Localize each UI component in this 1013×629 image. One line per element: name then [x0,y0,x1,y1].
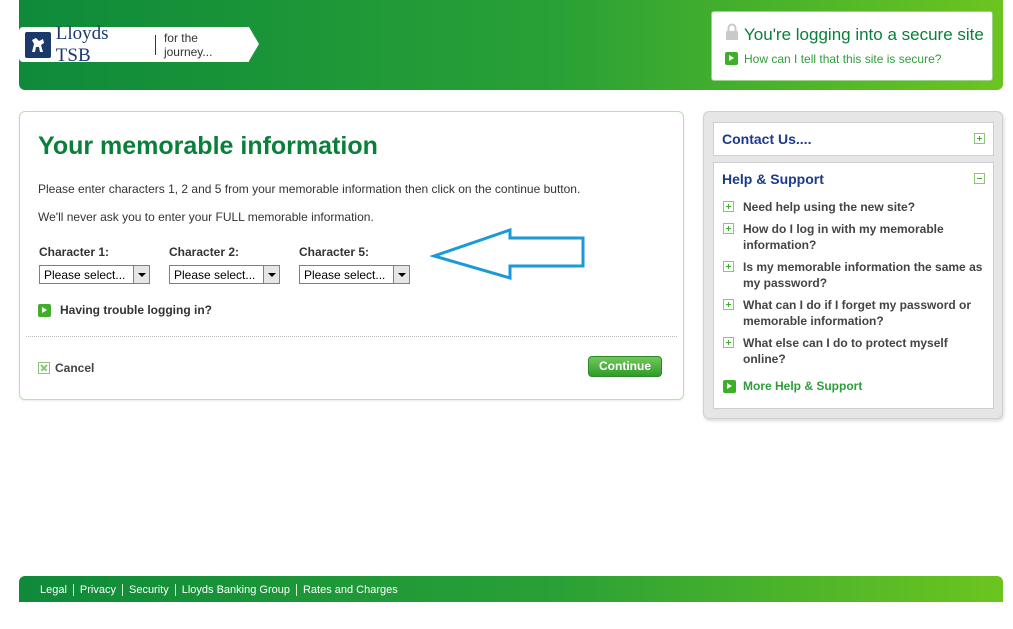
character-2-value: Please select... [174,267,256,282]
footer-separator [295,584,297,596]
character-1-group: Character 1: Please select... [39,245,150,284]
help-item-label: Need help using the new site? [743,200,916,214]
help-item[interactable]: What can I do if I forget my password or… [723,297,988,329]
character-5-value: Please select... [304,267,386,282]
black-horse-icon [25,31,51,58]
footer-separator [72,584,74,596]
character-2-label: Character 2: [169,245,240,259]
footer-link-banking-group[interactable]: Lloyds Banking Group [182,584,290,596]
footer-link-security[interactable]: Security [129,584,169,596]
annotation-arrow-icon [430,227,585,280]
footer-separator [121,584,123,596]
brand-logo[interactable]: Lloyds TSB for the journey... [19,23,249,66]
help-support-card: Help & Support Need help using the new s… [713,162,994,409]
logo-pointer [249,27,259,61]
character-2-select[interactable]: Please select... [169,265,280,284]
logo-tagline: for the journey... [163,30,213,59]
close-icon [38,362,50,374]
expand-plus-icon [723,261,734,272]
character-5-select[interactable]: Please select... [299,265,410,284]
character-5-group: Character 5: Please select... [299,245,410,284]
chevron-down-icon[interactable] [263,266,279,283]
footer-link-privacy[interactable]: Privacy [80,584,116,596]
expand-plus-icon[interactable] [974,133,985,144]
help-item[interactable]: Is my memorable information the same as … [723,259,988,291]
character-5-label: Character 5: [299,245,370,259]
chevron-down-icon[interactable] [133,266,149,283]
arrow-right-icon [725,52,738,65]
character-1-value: Please select... [44,267,126,282]
trouble-logging-in-link[interactable]: Having trouble logging in? [38,303,212,317]
help-support-title: Help & Support [722,171,824,187]
arrow-right-icon [723,379,736,393]
contact-us-title: Contact Us.... [722,131,812,147]
divider [26,336,677,337]
logo-divider [154,34,156,55]
expand-plus-icon [723,201,734,212]
character-1-select[interactable]: Please select... [39,265,150,284]
help-item-label: How do I log in with my memorable inform… [743,222,944,252]
help-item-label: What can I do if I forget my password or… [743,298,972,328]
continue-button[interactable]: Continue [588,356,662,377]
collapse-minus-icon[interactable] [974,173,985,184]
character-2-group: Character 2: Please select... [169,245,280,284]
help-item[interactable]: What else can I do to protect myself onl… [723,335,988,367]
secure-site-box: You're logging into a secure site How ca… [711,11,993,81]
site-footer: Legal Privacy Security Lloyds Banking Gr… [19,576,1003,602]
page-title: Your memorable information [38,132,378,160]
expand-plus-icon [723,299,734,310]
logo-name: Lloyds TSB [55,22,109,66]
footer-separator [174,584,176,596]
help-item-label: What else can I do to protect myself onl… [743,336,948,366]
more-help-link[interactable]: More Help & Support [723,379,862,393]
expand-plus-icon [723,223,734,234]
character-1-label: Character 1: [39,245,110,259]
cancel-label: Cancel [55,361,95,375]
chevron-down-icon[interactable] [393,266,409,283]
footer-link-rates[interactable]: Rates and Charges [303,584,398,596]
more-help-label: More Help & Support [743,379,863,393]
secure-site-link[interactable]: How can I tell that this site is secure? [744,52,941,66]
expand-plus-icon [723,337,734,348]
trouble-logging-in-label: Having trouble logging in? [60,303,212,317]
help-sidebar: Contact Us.... Help & Support Need help … [703,111,1003,419]
padlock-icon [724,23,740,46]
warning-text: We'll never ask you to enter your FULL m… [38,210,374,224]
secure-site-title: You're logging into a secure site [744,25,984,44]
help-item[interactable]: How do I log in with my memorable inform… [723,221,988,253]
contact-us-card[interactable]: Contact Us.... [713,122,994,156]
help-item-label: Is my memorable information the same as … [743,260,983,290]
instruction-text: Please enter characters 1, 2 and 5 from … [38,182,581,196]
cancel-button[interactable]: Cancel [38,361,94,375]
arrow-right-icon [38,303,51,317]
help-item[interactable]: Need help using the new site? [723,199,988,215]
footer-link-legal[interactable]: Legal [40,584,67,596]
